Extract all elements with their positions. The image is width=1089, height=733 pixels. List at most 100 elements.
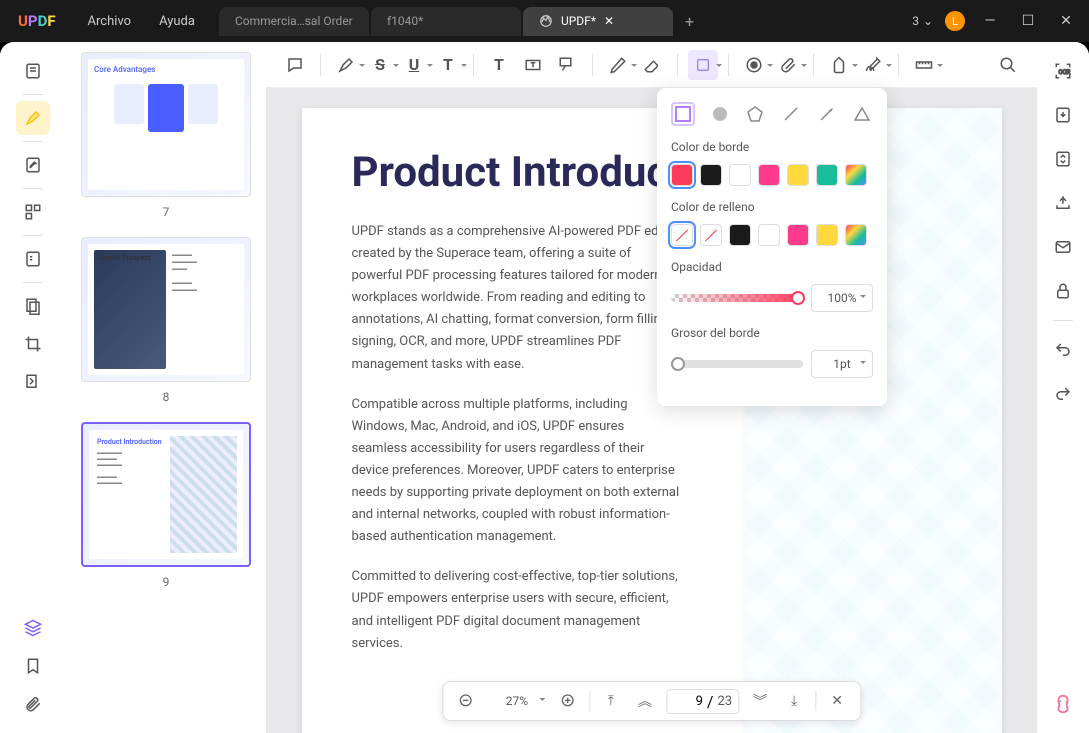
tab-1[interactable]: Commercia…sal Order xyxy=(219,7,369,36)
shape-rectangle[interactable] xyxy=(671,102,695,126)
width-select[interactable]: 1pt xyxy=(811,350,873,378)
separator xyxy=(23,235,43,236)
avatar[interactable]: L xyxy=(945,11,965,31)
shape-icon[interactable] xyxy=(688,50,718,80)
opacity-row: 100% xyxy=(671,284,873,312)
border-color-yellow[interactable] xyxy=(787,164,809,186)
add-tab-button[interactable]: + xyxy=(675,7,704,36)
border-color-label: Color de borde xyxy=(671,140,873,154)
ocr-icon[interactable]: OCR xyxy=(1046,54,1080,88)
fill-color-none-1[interactable] xyxy=(671,224,693,246)
search-icon[interactable] xyxy=(993,50,1023,80)
fill-color-none-2[interactable] xyxy=(700,224,722,246)
fill-color-custom[interactable] xyxy=(845,224,867,246)
tab-icon xyxy=(539,14,553,28)
compress-icon[interactable] xyxy=(16,365,50,399)
thumbnail-8[interactable]: Growth Prospect▬▬▬▬▬▬▬▬▬▬▬▬▬▬▬▬▬▬▬▬▬ xyxy=(81,237,251,382)
protect-icon[interactable] xyxy=(1046,274,1080,308)
attach-icon[interactable] xyxy=(773,50,803,80)
callout-icon[interactable] xyxy=(552,50,582,80)
fill-color-pink[interactable] xyxy=(787,224,809,246)
tab-2[interactable]: f1040* xyxy=(371,7,521,36)
page-input[interactable] xyxy=(673,694,703,709)
shape-arrow[interactable] xyxy=(816,102,838,126)
shape-triangle[interactable] xyxy=(851,102,873,126)
ai-icon[interactable] xyxy=(1046,687,1080,721)
border-color-teal[interactable] xyxy=(816,164,838,186)
notification-indicator[interactable]: 3⌄ xyxy=(912,14,933,28)
opacity-select[interactable]: 100% xyxy=(811,284,873,312)
menu-file[interactable]: Archivo xyxy=(74,14,146,29)
strikethrough-icon[interactable]: S xyxy=(365,50,395,80)
border-color-red[interactable] xyxy=(671,164,693,186)
border-color-white[interactable] xyxy=(729,164,751,186)
underline-icon[interactable]: U xyxy=(399,50,429,80)
page-indicator: / 23 xyxy=(666,689,739,714)
zoom-out-icon[interactable] xyxy=(453,688,479,714)
tab-3[interactable]: UPDF* ✕ xyxy=(523,7,673,36)
separator xyxy=(23,282,43,283)
fill-color-white[interactable] xyxy=(758,224,780,246)
email-icon[interactable] xyxy=(1046,230,1080,264)
form-mode-icon[interactable] xyxy=(16,242,50,276)
page-paragraph-2: Compatible across multiple platforms, in… xyxy=(352,394,682,549)
width-slider[interactable] xyxy=(671,360,803,368)
signature-icon[interactable] xyxy=(858,50,888,80)
page-view[interactable]: Product Introduction UPDF stands as a co… xyxy=(266,88,1037,733)
maximize-button[interactable]: ☐ xyxy=(1015,8,1041,34)
eraser-icon[interactable] xyxy=(637,50,667,80)
comment-mode-icon[interactable] xyxy=(16,101,50,135)
shape-circle[interactable] xyxy=(709,102,731,126)
prev-page-icon[interactable]: ︽ xyxy=(632,688,658,714)
redact-icon[interactable] xyxy=(16,289,50,323)
stamp-icon[interactable] xyxy=(739,50,769,80)
layers-icon[interactable] xyxy=(16,611,50,645)
first-page-icon[interactable]: ⤒ xyxy=(598,688,624,714)
pencil-icon[interactable] xyxy=(603,50,633,80)
shape-polygon[interactable] xyxy=(745,102,767,126)
convert-icon[interactable] xyxy=(1046,142,1080,176)
tab-3-label: UPDF* xyxy=(561,14,596,28)
undo-icon[interactable] xyxy=(1046,333,1080,367)
fill-color-black[interactable] xyxy=(729,224,751,246)
redo-icon[interactable] xyxy=(1046,377,1080,411)
minimize-button[interactable]: — xyxy=(977,8,1003,34)
attachment-icon[interactable] xyxy=(16,687,50,721)
close-bar-icon[interactable]: ✕ xyxy=(824,688,850,714)
separator xyxy=(23,141,43,142)
menu-help[interactable]: Ayuda xyxy=(145,14,209,29)
text-icon[interactable]: T xyxy=(484,50,514,80)
close-button[interactable]: ✕ xyxy=(1053,8,1079,34)
highlight-icon[interactable] xyxy=(331,50,361,80)
thumbnail-9[interactable]: Product Introduction▬▬▬▬▬▬▬▬▬▬▬▬▬▬▬▬▬▬▬▬… xyxy=(81,422,251,567)
note-icon[interactable] xyxy=(280,50,310,80)
textbox-icon[interactable] xyxy=(518,50,548,80)
separator xyxy=(23,94,43,95)
reader-mode-icon[interactable] xyxy=(16,54,50,88)
measure-icon[interactable] xyxy=(909,50,939,80)
zoom-in-icon[interactable] xyxy=(555,688,581,714)
share-icon[interactable] xyxy=(1046,186,1080,220)
organize-mode-icon[interactable] xyxy=(16,195,50,229)
sticker-icon[interactable] xyxy=(824,50,854,80)
border-color-pink[interactable] xyxy=(758,164,780,186)
page-paragraph-3: Committed to delivering cost-effective, … xyxy=(352,566,682,654)
export-icon[interactable] xyxy=(1046,98,1080,132)
opacity-slider[interactable] xyxy=(671,294,803,302)
zoom-select[interactable]: 27% xyxy=(487,694,547,708)
next-page-icon[interactable]: ︾ xyxy=(747,688,773,714)
close-icon[interactable]: ✕ xyxy=(604,14,614,28)
border-color-custom[interactable] xyxy=(845,164,867,186)
squiggly-icon[interactable]: T xyxy=(433,50,463,80)
shape-line[interactable] xyxy=(780,102,802,126)
crop-icon[interactable] xyxy=(16,327,50,361)
fill-color-yellow[interactable] xyxy=(816,224,838,246)
last-page-icon[interactable]: ⤓ xyxy=(781,688,807,714)
bookmark-icon[interactable] xyxy=(16,649,50,683)
border-color-black[interactable] xyxy=(700,164,722,186)
thumbnail-7[interactable]: Core Advantages xyxy=(81,52,251,197)
shape-properties-panel: Color de borde Color de relleno Op xyxy=(657,88,887,406)
fill-color-row xyxy=(671,224,873,246)
fill-color-label: Color de relleno xyxy=(671,200,873,214)
edit-mode-icon[interactable] xyxy=(16,148,50,182)
